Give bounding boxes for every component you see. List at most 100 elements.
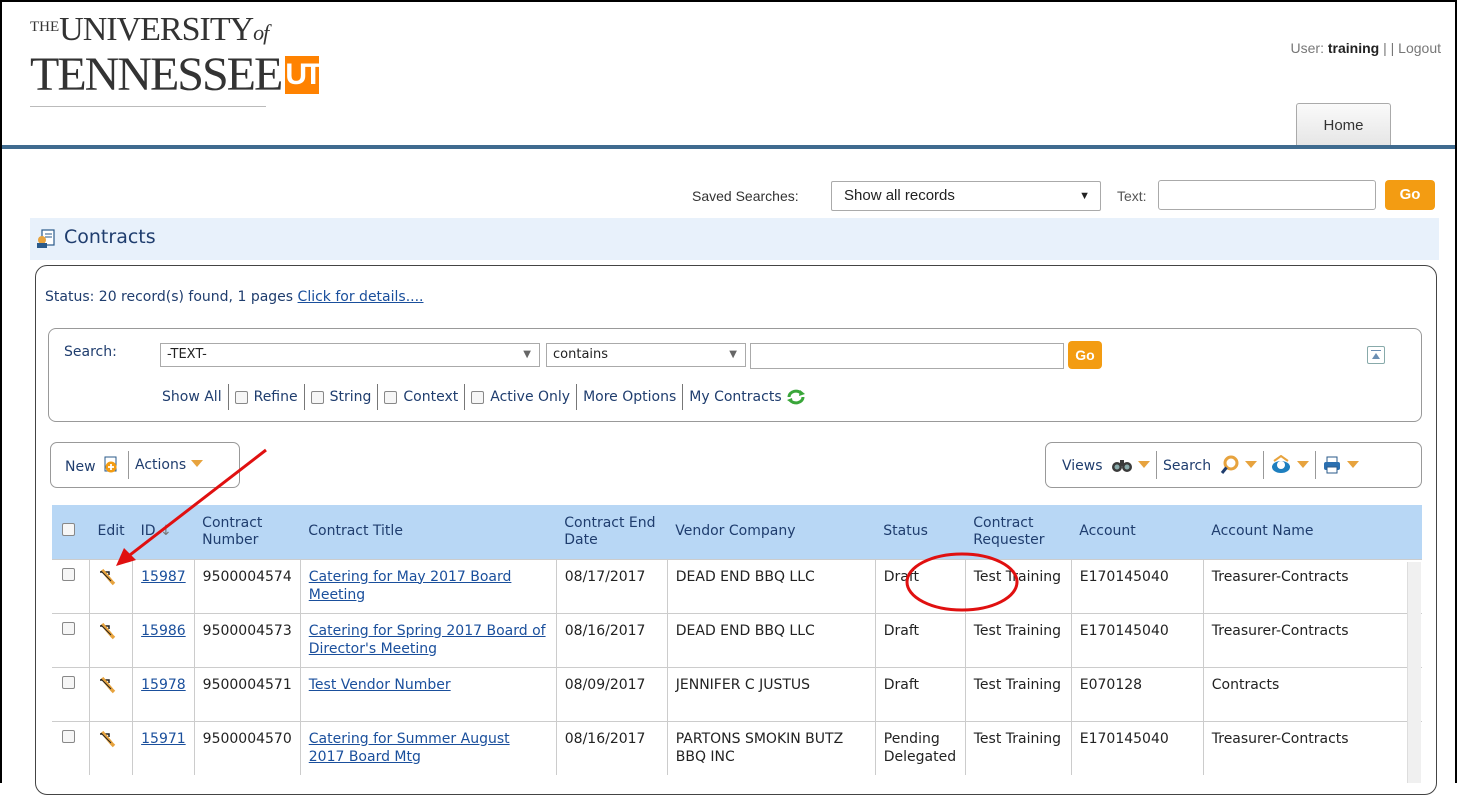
user-bar: User: training | | Logout bbox=[1291, 40, 1441, 56]
search-operator-select[interactable]: contains ▼ bbox=[546, 343, 746, 367]
tab-home[interactable]: Home bbox=[1296, 103, 1391, 145]
row-title-link[interactable]: Test Vendor Number bbox=[309, 677, 451, 693]
new-button[interactable]: New bbox=[65, 455, 122, 475]
logo-prefix: THE bbox=[30, 19, 60, 35]
contracts-header: Contracts bbox=[30, 218, 1439, 260]
page-title: Contracts bbox=[64, 226, 156, 248]
text-search-input[interactable] bbox=[1158, 180, 1376, 210]
row-id-link[interactable]: 15986 bbox=[141, 623, 186, 639]
search-icon bbox=[1220, 455, 1239, 474]
row-id-cell: 15986 bbox=[132, 612, 195, 667]
edit-icon[interactable] bbox=[98, 676, 116, 694]
column-header-account[interactable]: Account bbox=[1071, 505, 1204, 559]
active-only-checkbox[interactable] bbox=[471, 390, 485, 404]
context-label: Context bbox=[403, 389, 459, 405]
column-header-requester[interactable]: Contract Requester bbox=[965, 505, 1072, 559]
table-row: 15987 9500004574 Catering for May 2017 B… bbox=[52, 558, 1422, 613]
new-label: New bbox=[65, 459, 96, 475]
details-link[interactable]: Click for details.... bbox=[298, 289, 424, 305]
column-header-status[interactable]: Status bbox=[875, 505, 966, 559]
column-header-end-date[interactable]: Contract End Date bbox=[556, 505, 668, 559]
toolbar-separator bbox=[1314, 451, 1316, 479]
table-scrollbar[interactable] bbox=[1407, 562, 1421, 783]
row-checkbox[interactable] bbox=[62, 621, 75, 635]
row-edit-cell bbox=[88, 558, 133, 613]
search-field-select[interactable]: -TEXT- ▼ bbox=[160, 343, 540, 367]
my-contracts-link[interactable]: My Contracts bbox=[683, 384, 811, 410]
logout-link[interactable]: Logout bbox=[1398, 40, 1441, 56]
search-label: Search: bbox=[64, 344, 117, 360]
row-title-link[interactable]: Catering for Summer August 2017 Board Mt… bbox=[309, 731, 510, 765]
row-account: E170145040 bbox=[1070, 612, 1204, 667]
column-header-account-name[interactable]: Account Name bbox=[1203, 505, 1422, 559]
user-name: training bbox=[1327, 40, 1380, 56]
row-account-name: Treasurer-Contracts bbox=[1202, 720, 1422, 775]
row-id-link[interactable]: 15978 bbox=[141, 677, 186, 693]
binoculars-icon bbox=[1111, 459, 1132, 472]
select-all-header[interactable] bbox=[52, 505, 90, 559]
row-id-cell: 15971 bbox=[132, 720, 195, 775]
row-edit-cell bbox=[88, 666, 133, 721]
column-header-contract-title[interactable]: Contract Title bbox=[300, 505, 557, 559]
refine-checkbox[interactable] bbox=[234, 390, 248, 404]
saved-searches-select[interactable]: Show all records ▼ bbox=[831, 181, 1101, 211]
share-button[interactable] bbox=[1270, 455, 1309, 475]
chevron-down-icon bbox=[1137, 460, 1150, 468]
row-title-link[interactable]: Catering for May 2017 Board Meeting bbox=[309, 569, 512, 603]
status-text: 20 record(s) found, 1 pages bbox=[98, 289, 294, 305]
refine-option[interactable]: Refine bbox=[229, 384, 305, 410]
row-checkbox[interactable] bbox=[62, 675, 75, 689]
edit-icon[interactable] bbox=[98, 730, 116, 748]
row-vendor: DEAD END BBQ LLC bbox=[666, 558, 876, 613]
row-requester: Test Training bbox=[964, 612, 1072, 667]
context-option[interactable]: Context bbox=[378, 384, 466, 410]
row-title-cell: Catering for Spring 2017 Board of Direct… bbox=[299, 612, 557, 667]
print-button[interactable] bbox=[1322, 455, 1359, 475]
select-all-checkbox[interactable] bbox=[62, 522, 75, 536]
row-contract-number: 9500004570 bbox=[193, 720, 301, 775]
views-toolbar: Views Search bbox=[1045, 442, 1422, 488]
search-operator-value: contains bbox=[553, 347, 609, 362]
string-option[interactable]: String bbox=[305, 384, 379, 410]
row-edit-cell bbox=[88, 612, 133, 667]
table-row: 15978 9500004571 Test Vendor Number 08/0… bbox=[52, 666, 1422, 721]
user-separator: | | bbox=[1383, 40, 1395, 56]
views-label: Views bbox=[1062, 457, 1103, 474]
column-header-id[interactable]: ID ↓ bbox=[132, 505, 195, 559]
search-field-value: -TEXT- bbox=[167, 347, 207, 362]
toolbar-separator bbox=[1262, 451, 1264, 479]
active-only-option[interactable]: Active Only bbox=[465, 384, 578, 410]
row-vendor: DEAD END BBQ LLC bbox=[666, 612, 876, 667]
row-account: E170145040 bbox=[1070, 558, 1204, 613]
string-checkbox[interactable] bbox=[310, 390, 324, 404]
row-title-cell: Test Vendor Number bbox=[299, 666, 557, 721]
column-header-contract-number[interactable]: Contract Number bbox=[194, 505, 301, 559]
university-logo[interactable]: THEUNIVERSITYof TENNESSEE UT bbox=[30, 10, 322, 120]
show-all-link[interactable]: Show All bbox=[162, 384, 229, 410]
edit-icon[interactable] bbox=[98, 622, 116, 640]
search-value-input[interactable] bbox=[750, 343, 1064, 369]
context-checkbox[interactable] bbox=[384, 390, 398, 404]
new-actions-toolbar: New Actions bbox=[50, 442, 240, 488]
saved-search-go-button[interactable]: Go bbox=[1385, 180, 1435, 210]
edit-icon[interactable] bbox=[98, 568, 116, 586]
row-title-link[interactable]: Catering for Spring 2017 Board of Direct… bbox=[309, 623, 546, 657]
row-status: Draft bbox=[874, 612, 966, 667]
row-select-cell bbox=[52, 666, 90, 721]
collapse-icon[interactable] bbox=[1367, 346, 1385, 364]
row-end-date: 08/16/2017 bbox=[555, 720, 668, 775]
saved-searches-value: Show all records bbox=[844, 187, 955, 204]
views-button[interactable]: Views bbox=[1062, 457, 1150, 474]
row-id-link[interactable]: 15987 bbox=[141, 569, 186, 585]
row-contract-number: 9500004574 bbox=[193, 558, 301, 613]
actions-button[interactable]: Actions bbox=[135, 457, 204, 473]
search-go-button[interactable]: Go bbox=[1068, 341, 1102, 369]
row-checkbox[interactable] bbox=[62, 729, 75, 743]
row-account: E170145040 bbox=[1070, 720, 1204, 775]
column-header-vendor[interactable]: Vendor Company bbox=[667, 505, 876, 559]
row-id-link[interactable]: 15971 bbox=[141, 731, 186, 747]
row-checkbox[interactable] bbox=[62, 567, 75, 581]
more-options-link[interactable]: More Options bbox=[577, 384, 684, 410]
row-status: Pending Delegated bbox=[874, 720, 966, 775]
search-menu-button[interactable]: Search bbox=[1163, 455, 1257, 475]
